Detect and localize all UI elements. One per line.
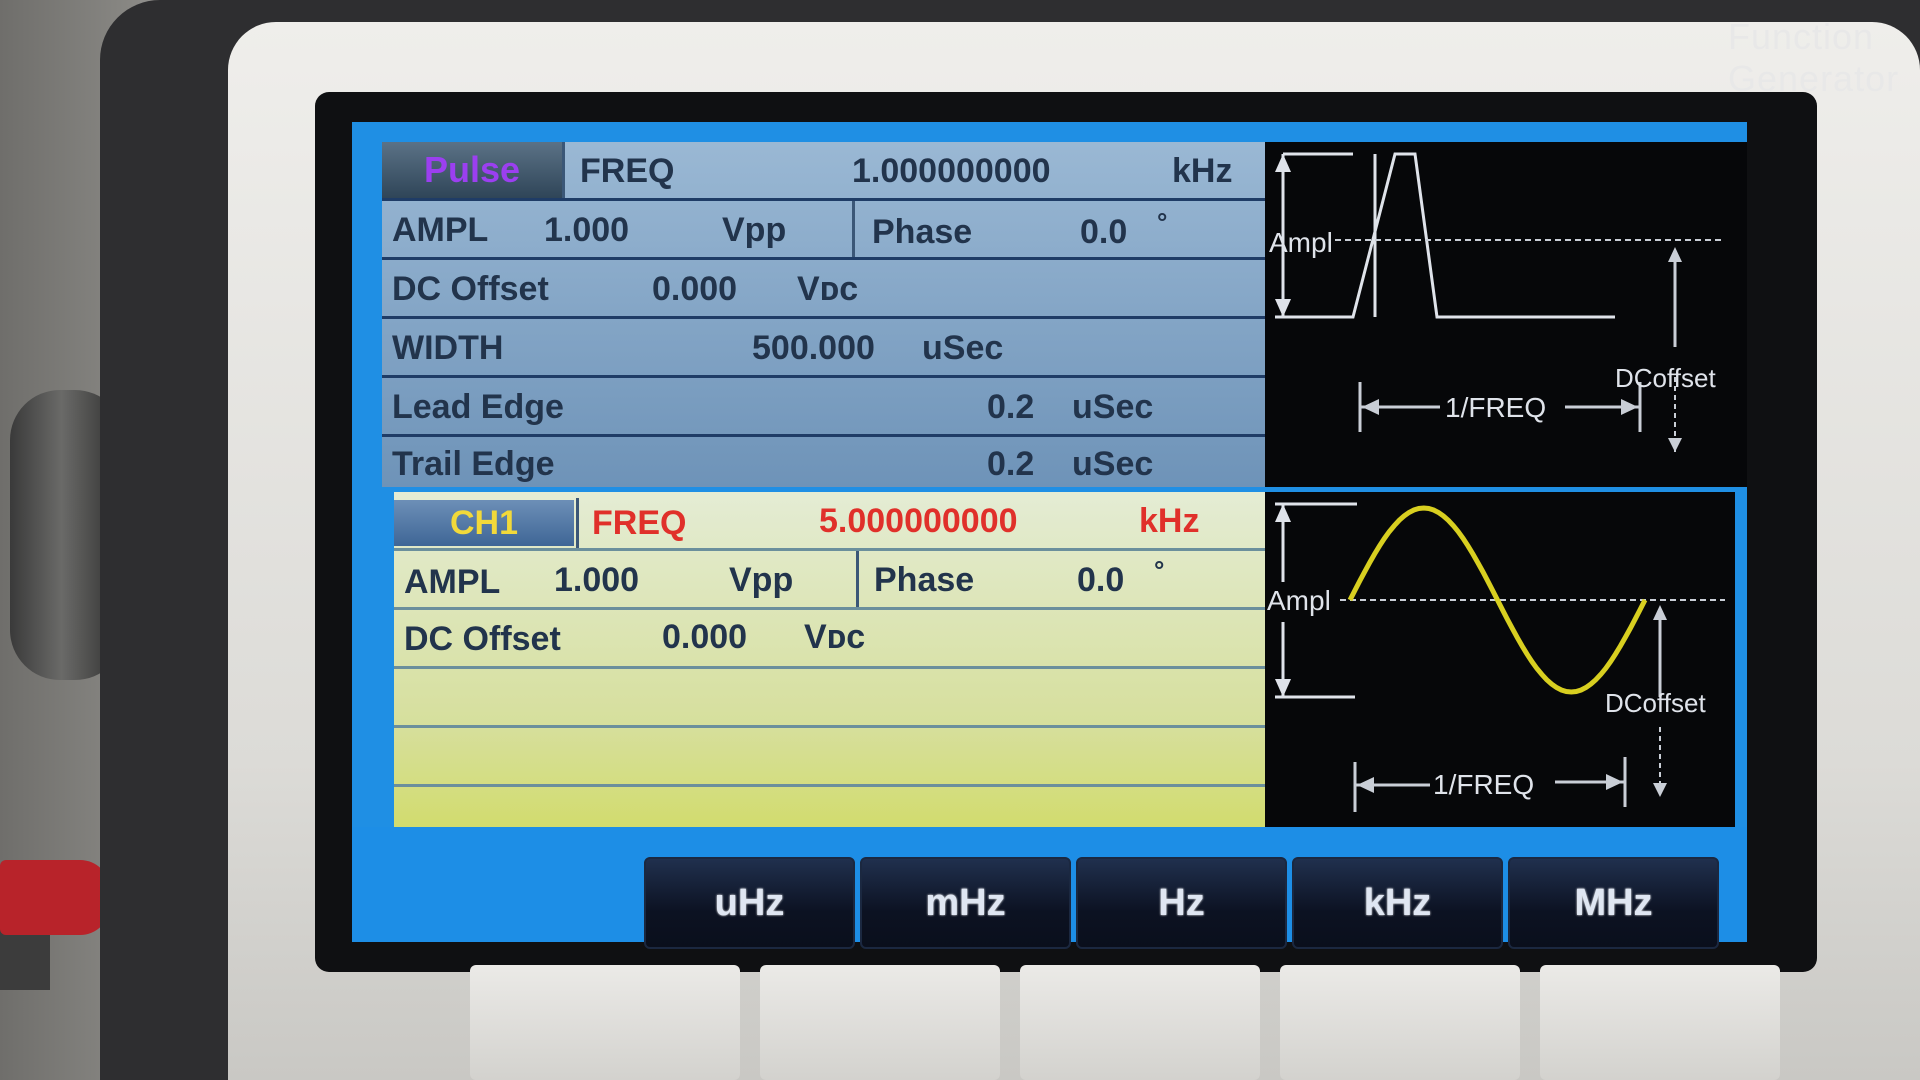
pulse-trail-unit: uSec bbox=[1072, 445, 1154, 483]
ch1-freq-row[interactable]: CH1 FREQ 5.000000000 kHz bbox=[394, 492, 1265, 551]
pulse-trail-edge-row: Trail Edge 0.2 uSec bbox=[382, 437, 1265, 493]
ch1-phase-value[interactable]: 0.0 bbox=[1077, 561, 1124, 600]
ch1-ampl-label: AMPL bbox=[404, 563, 501, 601]
pulse-ampl-value[interactable]: 1.000 bbox=[544, 211, 629, 250]
pulse-period-diagram-label: 1/FREQ bbox=[1445, 392, 1546, 423]
pulse-dc-label: DC Offset bbox=[392, 270, 549, 308]
pulse-freq-value[interactable]: 1.000000000 bbox=[852, 152, 1051, 191]
lcd-screen: Pulse FREQ 1.000000000 kHz AMPL 1.000 Vp… bbox=[352, 122, 1747, 949]
ch1-phase-unit: ° bbox=[1154, 555, 1165, 585]
pulse-lead-unit: uSec bbox=[1072, 388, 1154, 426]
pulse-tab[interactable]: Pulse bbox=[382, 142, 562, 198]
brand-label: Function Generator bbox=[1728, 16, 1900, 99]
ch1-dc-label: DC Offset bbox=[404, 620, 561, 658]
pulse-parameter-panel: Pulse FREQ 1.000000000 kHz AMPL 1.000 Vp… bbox=[382, 142, 1265, 487]
ch1-freq-value[interactable]: 5.000000000 bbox=[819, 502, 1018, 541]
physical-key-4[interactable] bbox=[1280, 965, 1520, 1080]
softkey-hz[interactable]: Hz bbox=[1076, 857, 1287, 949]
softkey-mhz-mega[interactable]: MHz bbox=[1508, 857, 1719, 949]
pulse-lead-edge-row: Lead Edge 0.2 uSec bbox=[382, 378, 1265, 437]
ch1-empty-row bbox=[394, 728, 1265, 787]
softkey-mhz[interactable]: mHz bbox=[860, 857, 1071, 949]
pulse-dc-offset-row: DC Offset 0.000 Vᴅᴄ bbox=[382, 260, 1265, 319]
divider bbox=[562, 142, 565, 198]
ch1-ampl-unit: Vpp bbox=[729, 561, 794, 599]
physical-key-5[interactable] bbox=[1540, 965, 1780, 1080]
pulse-ampl-diagram-label: Ampl bbox=[1269, 227, 1333, 258]
pulse-phase-unit: ° bbox=[1157, 207, 1168, 237]
pulse-freq-label: FREQ bbox=[580, 152, 675, 190]
sine-ampl-diagram-label: Ampl bbox=[1267, 585, 1331, 616]
ch1-parameter-panel: CH1 FREQ 5.000000000 kHz AMPL 1.000 Vpp … bbox=[394, 492, 1265, 827]
pulse-freq-row[interactable]: Pulse FREQ 1.000000000 kHz bbox=[382, 142, 1265, 201]
sine-period-diagram-label: 1/FREQ bbox=[1433, 769, 1534, 800]
ch1-freq-label: FREQ bbox=[592, 504, 687, 542]
softkey-khz[interactable]: kHz bbox=[1292, 857, 1503, 949]
pulse-freq-unit: kHz bbox=[1172, 152, 1233, 190]
pulse-width-unit: uSec bbox=[922, 329, 1004, 367]
sine-waveform-diagram: Ampl DCoffset 1/FREQ bbox=[1265, 492, 1735, 827]
pulse-ampl-label: AMPL bbox=[392, 211, 489, 249]
pulse-phase-value[interactable]: 0.0 bbox=[1080, 213, 1127, 252]
pulse-dc-unit: Vᴅᴄ bbox=[797, 270, 859, 308]
ch1-phase-label: Phase bbox=[874, 561, 975, 599]
pulse-lead-value[interactable]: 0.2 bbox=[987, 388, 1034, 427]
cable-red-connector bbox=[0, 860, 110, 935]
pulse-lead-label: Lead Edge bbox=[392, 388, 564, 426]
ch1-dc-offset-row: DC Offset 0.000 Vᴅᴄ bbox=[394, 610, 1265, 669]
physical-key-1[interactable] bbox=[470, 965, 740, 1080]
pulse-ampl-row: AMPL 1.000 Vpp Phase 0.0 ° bbox=[382, 201, 1265, 260]
pulse-width-label: WIDTH bbox=[392, 329, 504, 367]
pulse-dcoffset-diagram-label: DCoffset bbox=[1615, 363, 1716, 393]
pulse-phase-label: Phase bbox=[872, 213, 973, 251]
pulse-dc-value[interactable]: 0.000 bbox=[652, 270, 737, 309]
pulse-waveform-diagram: Ampl DCoffset 1/FREQ bbox=[1265, 142, 1747, 487]
pulse-ampl-unit: Vpp bbox=[722, 211, 787, 249]
sine-dcoffset-diagram-label: DCoffset bbox=[1605, 688, 1706, 718]
ch1-freq-unit: kHz bbox=[1139, 502, 1200, 540]
divider bbox=[852, 201, 855, 257]
ch1-dc-value[interactable]: 0.000 bbox=[662, 618, 747, 657]
ch1-empty-row bbox=[394, 669, 1265, 728]
ch1-dc-unit: Vᴅᴄ bbox=[804, 618, 866, 656]
physical-key-3[interactable] bbox=[1020, 965, 1260, 1080]
pulse-width-row: WIDTH 500.000 uSec bbox=[382, 319, 1265, 378]
physical-key-2[interactable] bbox=[760, 965, 1000, 1080]
pulse-width-value[interactable]: 500.000 bbox=[752, 329, 875, 368]
ch1-ampl-row: AMPL 1.000 Vpp Phase 0.0 ° bbox=[394, 551, 1265, 610]
softkey-uhz[interactable]: uHz bbox=[644, 857, 855, 949]
ch1-tab[interactable]: CH1 bbox=[394, 500, 574, 546]
pulse-trail-label: Trail Edge bbox=[392, 445, 555, 483]
pulse-trail-value[interactable]: 0.2 bbox=[987, 445, 1034, 484]
ch1-ampl-value[interactable]: 1.000 bbox=[554, 561, 639, 600]
divider bbox=[576, 498, 579, 548]
divider bbox=[856, 551, 859, 607]
